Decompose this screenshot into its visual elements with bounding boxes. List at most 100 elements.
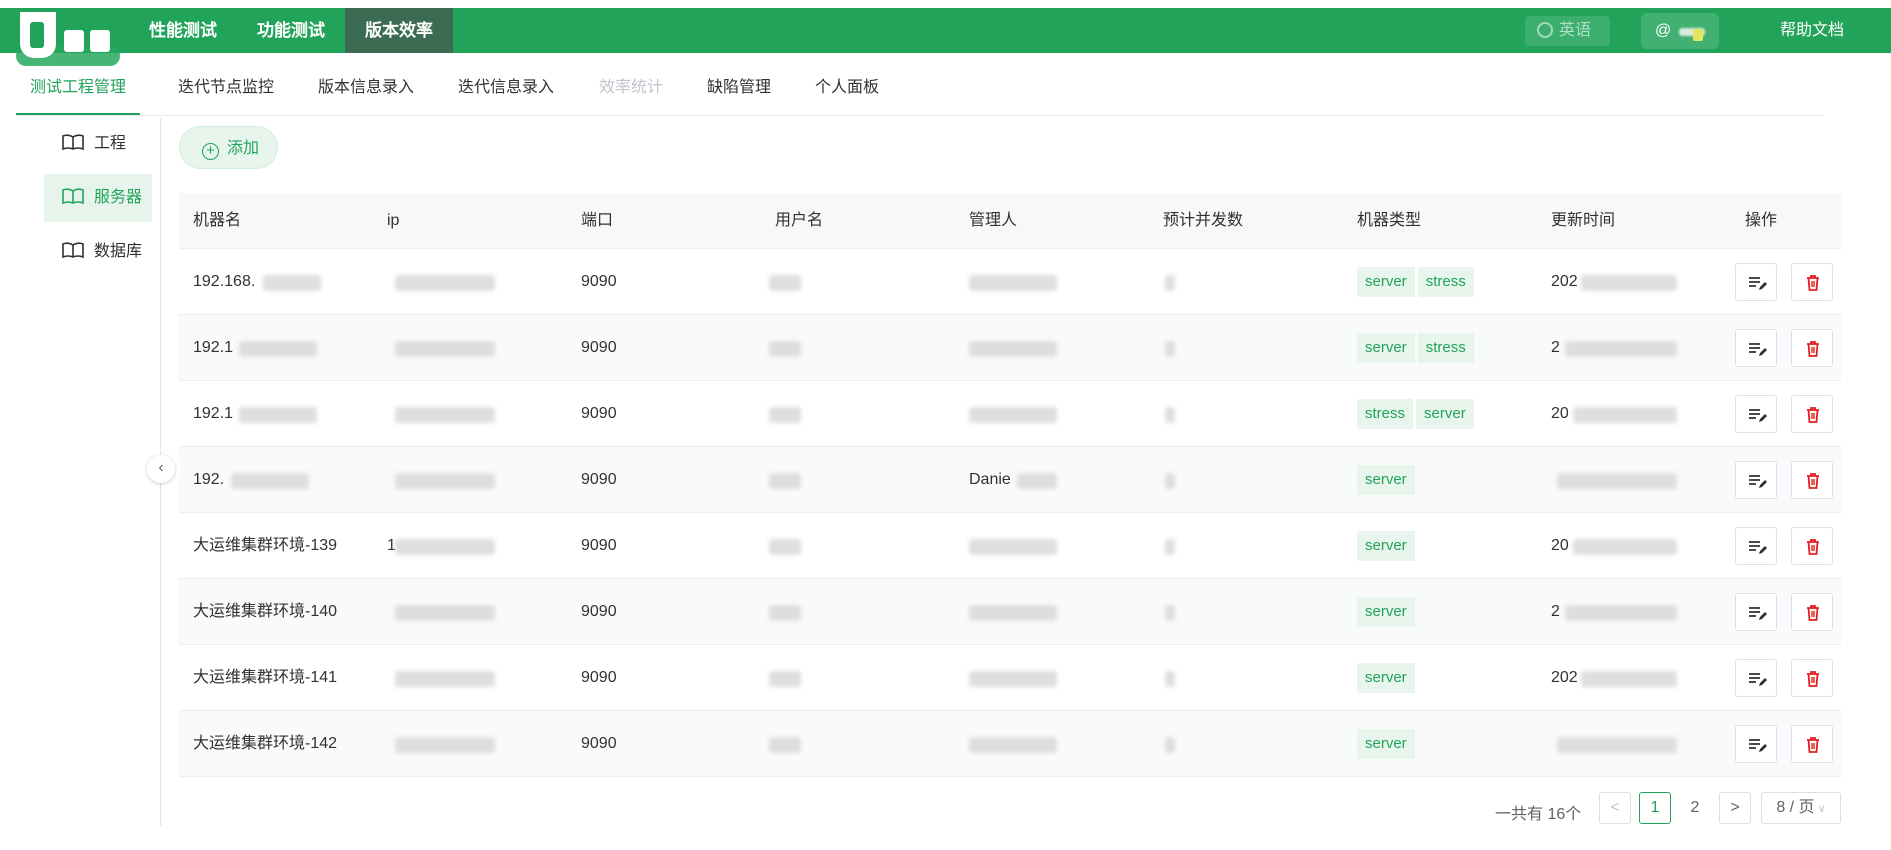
- redacted-manager: [969, 671, 1057, 687]
- trash-icon: [1807, 737, 1819, 753]
- delete-button[interactable]: [1791, 263, 1833, 301]
- nav-version-efficiency[interactable]: 版本效率: [345, 8, 453, 53]
- redacted-manager: [969, 605, 1057, 621]
- delete-button[interactable]: [1791, 461, 1833, 499]
- app-logo[interactable]: [14, 12, 120, 66]
- cell-port: 9090: [581, 405, 617, 422]
- cell-machine-name: 大运维集群环境-140: [193, 603, 338, 620]
- server-table: 机器名 ip 端口 用户名 管理人 预计并发数 机器类型 更新时间 操作 192…: [179, 193, 1841, 777]
- cell-machine-name: 192.168.: [193, 273, 256, 290]
- table-row: 大运维集群环境-141 9090 server 202: [179, 645, 1841, 711]
- trash-icon: [1807, 605, 1819, 621]
- edit-icon: [1749, 673, 1767, 686]
- book-icon: [62, 242, 84, 258]
- cell-machine-name: 大运维集群环境-139: [193, 537, 338, 554]
- redacted-concurrency: [1165, 473, 1175, 489]
- pagination-next-button[interactable]: >: [1719, 792, 1751, 824]
- tab-iteration-node-monitor[interactable]: 迭代节点监控: [176, 68, 276, 115]
- globe-icon: [1537, 22, 1553, 38]
- cell-machine-type: server: [1357, 645, 1418, 711]
- table-row: 大运维集群环境-140 9090 server 2: [179, 579, 1841, 645]
- language-switch[interactable]: 英语: [1525, 16, 1610, 46]
- pagination-page-1[interactable]: 1: [1639, 792, 1671, 824]
- edit-button[interactable]: [1735, 725, 1777, 763]
- delete-button[interactable]: [1791, 659, 1833, 697]
- add-button-label: 添加: [227, 140, 260, 157]
- chevron-down-icon: ∨: [1814, 803, 1826, 815]
- edit-button[interactable]: [1735, 329, 1777, 367]
- trash-icon: [1807, 473, 1819, 489]
- nav-functional-test[interactable]: 功能测试: [248, 8, 334, 53]
- redacted-manager: [969, 737, 1057, 753]
- redacted-manager: [969, 275, 1057, 291]
- edit-button[interactable]: [1735, 593, 1777, 631]
- redacted-ip: [395, 737, 495, 753]
- sidebar-item-label: 工程: [94, 135, 127, 152]
- page-size-select[interactable]: 8 / 页 ∨: [1761, 792, 1841, 824]
- redacted-updated-time: [1557, 737, 1677, 753]
- nav-performance-test[interactable]: 性能测试: [140, 8, 226, 53]
- cell-updated-time: 2: [1551, 603, 1560, 620]
- user-menu[interactable]: @: [1641, 13, 1719, 49]
- table-row: 192.1 9090 stress server 20: [179, 381, 1841, 447]
- sidebar-item-project[interactable]: 工程: [44, 120, 152, 168]
- cell-port: 9090: [581, 273, 617, 290]
- cell-machine-name: 192.1: [193, 405, 234, 422]
- redacted-username: [769, 275, 801, 291]
- pagination-page-2[interactable]: 2: [1679, 792, 1711, 824]
- delete-button[interactable]: [1791, 527, 1833, 565]
- delete-button[interactable]: [1791, 593, 1833, 631]
- add-button[interactable]: + 添加: [179, 126, 278, 169]
- tab-test-project-management[interactable]: 测试工程管理: [16, 68, 140, 115]
- redacted-concurrency: [1165, 407, 1175, 423]
- table-row: 192. 9090 Danie server: [179, 447, 1841, 513]
- column-header-actions: 操作: [1745, 212, 1778, 229]
- help-docs-link[interactable]: 帮助文档: [1780, 8, 1844, 53]
- machine-type-tag: server: [1357, 728, 1415, 759]
- cell-updated-time: 20: [1551, 537, 1569, 554]
- redacted-manager: [969, 539, 1057, 555]
- edit-icon: [1749, 277, 1767, 290]
- edit-button[interactable]: [1735, 527, 1777, 565]
- redacted-updated-time: [1581, 671, 1677, 687]
- trash-icon: [1807, 671, 1819, 687]
- sidebar-item-server[interactable]: 服务器: [44, 174, 152, 222]
- machine-type-tag: server: [1357, 596, 1415, 627]
- edit-button[interactable]: [1735, 659, 1777, 697]
- redacted-updated-time: [1565, 605, 1677, 621]
- top-navbar: 性能测试 功能测试 版本效率 英语 @ 帮助文档: [0, 8, 1891, 66]
- table-header: 机器名 ip 端口 用户名 管理人 预计并发数 机器类型 更新时间 操作: [179, 193, 1841, 249]
- trash-icon: [1807, 407, 1819, 423]
- redacted-ip: [395, 473, 495, 489]
- page-size-value: 8 / 页: [1776, 799, 1815, 816]
- delete-button[interactable]: [1791, 329, 1833, 367]
- tab-efficiency-stats[interactable]: 效率统计: [596, 68, 666, 115]
- delete-button[interactable]: [1791, 395, 1833, 433]
- delete-button[interactable]: [1791, 725, 1833, 763]
- plus-circle-icon: +: [202, 143, 219, 160]
- machine-type-tag: stress: [1357, 398, 1414, 429]
- cell-port: 9090: [581, 471, 617, 488]
- edit-button[interactable]: [1735, 263, 1777, 301]
- tab-defect-management[interactable]: 缺陷管理: [704, 68, 774, 115]
- edit-button[interactable]: [1735, 395, 1777, 433]
- chevron-left-icon: ‹: [158, 459, 164, 476]
- edit-button[interactable]: [1735, 461, 1777, 499]
- cell-manager: Danie: [969, 471, 1011, 488]
- redacted-username: [769, 341, 801, 357]
- cell-updated-time: 20: [1551, 405, 1569, 422]
- edit-icon: [1749, 541, 1767, 554]
- sidebar-item-database[interactable]: 数据库: [44, 228, 152, 276]
- machine-type-tag: server: [1357, 266, 1415, 297]
- tab-iteration-info-entry[interactable]: 迭代信息录入: [456, 68, 556, 115]
- redacted-name: [239, 341, 317, 357]
- tab-version-info-entry[interactable]: 版本信息录入: [316, 68, 416, 115]
- tab-personal-panel[interactable]: 个人面板: [812, 68, 882, 115]
- redacted-updated-time: [1565, 341, 1677, 357]
- redacted-updated-time: [1573, 539, 1677, 555]
- cell-port: 9090: [581, 339, 617, 356]
- sidebar-collapse-button[interactable]: ‹: [147, 455, 175, 483]
- pagination-prev-button[interactable]: <: [1599, 792, 1631, 824]
- column-header-expected-concurrency: 预计并发数: [1163, 212, 1244, 229]
- column-header-port: 端口: [581, 212, 614, 229]
